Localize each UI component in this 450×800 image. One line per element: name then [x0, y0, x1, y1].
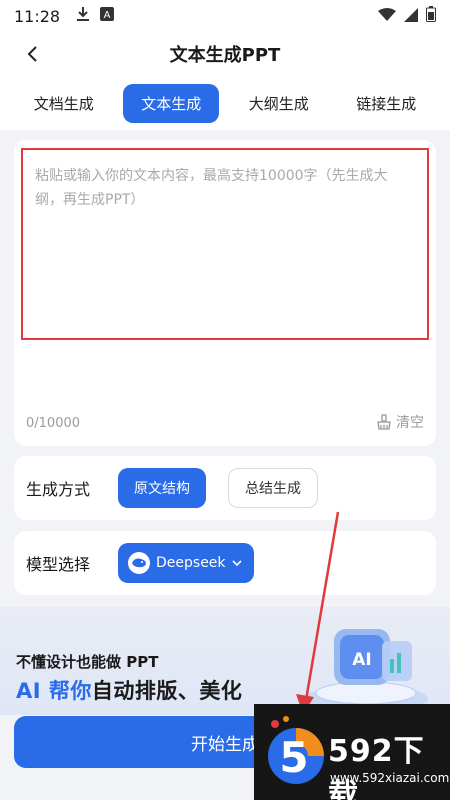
page-title: 文本生成PPT	[169, 45, 281, 66]
tab-link-generate[interactable]: 链接生成	[338, 84, 434, 123]
text-input-card: 0/10000 清空	[14, 140, 436, 446]
text-content-input[interactable]	[21, 148, 429, 340]
deepseek-whale-icon	[128, 552, 150, 574]
banner-line2-highlight: AI 帮你	[16, 679, 92, 703]
chevron-down-icon	[231, 560, 242, 567]
clear-label: 清空	[396, 415, 424, 431]
wifi-icon	[378, 7, 396, 26]
generation-mode-label: 生成方式	[26, 480, 91, 499]
model-select-label: 模型选择	[26, 555, 91, 574]
promo-banner: 不懂设计也能做 PPT AI 帮你自动排版、美化 AI	[0, 607, 450, 715]
clear-button[interactable]: 清空	[376, 412, 424, 432]
status-time: 11:28	[14, 6, 61, 26]
ai-illustration-icon: AI	[304, 629, 428, 713]
header-bar: 文本生成PPT	[0, 32, 450, 76]
option-original-structure[interactable]: 原文结构	[118, 468, 206, 508]
tab-bar: 文档生成 文本生成 大纲生成 链接生成	[0, 76, 450, 130]
site-watermark: 5 592下载 www.592xiazai.com	[254, 704, 450, 800]
model-selected-value: Deepseek	[156, 555, 226, 571]
generation-mode-row: 生成方式 原文结构 总结生成	[14, 456, 436, 520]
a-box-icon: A	[100, 7, 115, 25]
wm-logo-digit: 5	[279, 733, 308, 782]
tab-outline-generate[interactable]: 大纲生成	[231, 84, 327, 123]
model-select-row: 模型选择 Deepseek	[14, 531, 436, 595]
tab-text-generate[interactable]: 文本生成	[123, 83, 220, 123]
download-icon	[76, 6, 90, 26]
broom-icon	[377, 414, 391, 430]
back-button[interactable]	[18, 40, 46, 68]
chevron-left-icon	[27, 46, 37, 62]
signal-icon	[404, 7, 418, 26]
model-dropdown[interactable]: Deepseek	[118, 543, 254, 583]
svg-text:A: A	[104, 10, 111, 21]
banner-line2-rest: 自动排版、美化	[91, 679, 243, 703]
banner-line2: AI 帮你自动排版、美化	[16, 675, 242, 705]
banner-line1: 不懂设计也能做 PPT	[16, 653, 159, 671]
wm-url: www.592xiazai.com	[330, 771, 450, 785]
battery-icon	[426, 6, 436, 26]
status-bar: 11:28 A	[0, 0, 450, 32]
592-logo-icon: 5	[268, 716, 324, 784]
char-counter: 0/10000	[26, 416, 81, 431]
option-summary-generate[interactable]: 总结生成	[228, 468, 318, 508]
wm-brand: 592下载	[328, 734, 425, 800]
ai-art-label: AI	[352, 650, 371, 670]
tab-document-generate[interactable]: 文档生成	[16, 84, 112, 123]
